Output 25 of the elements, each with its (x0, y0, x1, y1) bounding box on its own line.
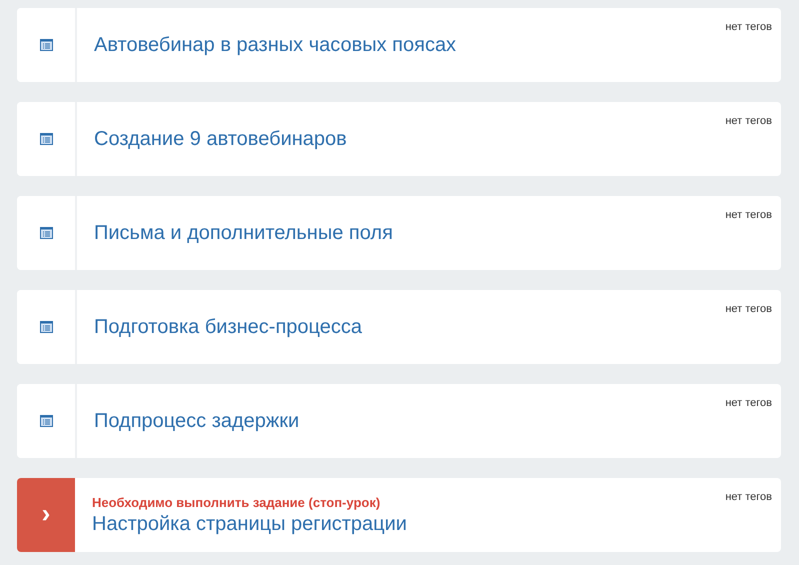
lesson-title[interactable]: Подпроцесс задержки (94, 410, 300, 432)
document-icon (40, 415, 52, 427)
document-icon (40, 321, 52, 333)
tags-label: нет тегов (725, 21, 772, 33)
lesson-title[interactable]: Создание 9 автовебинаров (94, 128, 347, 150)
lesson-card[interactable]: Создание 9 автовебинаров нет тегов (17, 102, 781, 176)
tags-label: нет тегов (725, 491, 772, 503)
lesson-card[interactable]: Автовебинар в разных часовых поясах нет тегов (17, 8, 781, 82)
document-icon (40, 227, 52, 239)
lesson-title[interactable]: Подготовка бизнес-процесса (94, 316, 362, 338)
lesson-title[interactable]: Настройка страницы регистрации (92, 512, 407, 536)
lesson-card[interactable]: Подпроцесс задержки нет тегов (17, 384, 781, 458)
tags-label: нет тегов (725, 209, 772, 221)
lesson-card[interactable]: Подготовка бизнес-процесса нет тегов (17, 290, 781, 364)
lesson-title[interactable]: Письма и дополнительные поля (94, 222, 393, 244)
lesson-card[interactable]: Письма и дополнительные поля нет тегов (17, 196, 781, 270)
stop-lesson-notice: Необходимо выполнить задание (стоп-урок) (92, 494, 380, 510)
lesson-card[interactable]: › Необходимо выполнить задание (стоп-урок) Настройка страницы регистрации нет тегов (17, 478, 781, 552)
tags-label: нет тегов (725, 397, 772, 409)
document-icon (40, 39, 52, 51)
chevron-icon: › (42, 500, 50, 526)
tags-label: нет тегов (725, 115, 772, 127)
tags-label: нет тегов (725, 303, 772, 315)
lesson-title[interactable]: Автовебинар в разных часовых поясах (94, 34, 456, 56)
document-icon (40, 133, 52, 145)
